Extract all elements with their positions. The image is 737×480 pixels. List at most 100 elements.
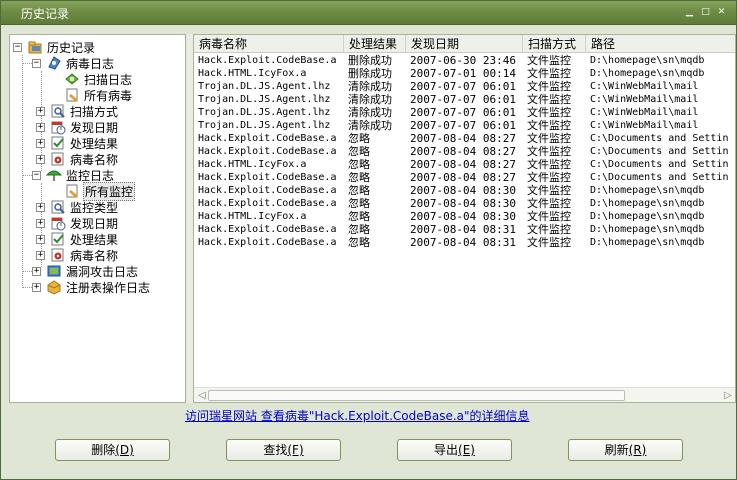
- refresh-button-label: 刷新: [604, 443, 629, 457]
- horizontal-scrollbar[interactable]: ◁ ▷: [194, 387, 735, 402]
- column-header-virus-name[interactable]: 病毒名称: [194, 35, 344, 53]
- tree-virus-log[interactable]: − 病毒日志: [32, 55, 115, 71]
- history-list[interactable]: 病毒名称 处理结果 发现日期 扫描方式 路径 Hack.Exploit.Code…: [193, 34, 736, 403]
- scrollbar-thumb[interactable]: [208, 390, 625, 401]
- column-header-path[interactable]: 路径: [586, 35, 735, 53]
- table-row[interactable]: Hack.Exploit.CodeBase.a 忽略 2007-08-04 08:3…: [194, 223, 735, 236]
- tree-all-viruses[interactable]: 所有病毒: [50, 87, 133, 103]
- tree-root[interactable]: − 历史记录: [13, 39, 96, 55]
- cell-path: C:\WinWebMail\mail: [590, 120, 699, 131]
- maximize-button[interactable]: □: [700, 7, 711, 18]
- title-bar[interactable]: 历史记录 ▁ □ ✕: [1, 1, 736, 25]
- table-row[interactable]: Hack.Exploit.CodeBase.a 忽略 2007-08-04 08:3…: [194, 236, 735, 249]
- tree-monitor-date[interactable]: + 发现日期: [36, 215, 119, 231]
- expand-toggle[interactable]: +: [36, 202, 45, 212]
- cell-scan-method: 文件监控: [527, 158, 571, 171]
- table-row[interactable]: Hack.Exploit.CodeBase.a 忽略 2007-08-04 08:3…: [194, 184, 735, 197]
- tree-virus-name[interactable]: + 病毒名称: [36, 151, 119, 167]
- cell-virus-name: Hack.Exploit.CodeBase.a: [198, 146, 337, 157]
- table-row[interactable]: Trojan.DL.JS.Agent.lhz 清除成功 2007-07-07 06:…: [194, 119, 735, 132]
- cell-scan-method: 文件监控: [527, 119, 571, 132]
- table-row[interactable]: Hack.Exploit.CodeBase.a 忽略 2007-08-04 08:3…: [194, 197, 735, 210]
- minimize-button[interactable]: ▁: [684, 7, 695, 18]
- table-row[interactable]: Hack.HTML.IcyFox.a 删除成功 2007-07-01 00:14 文件…: [194, 67, 735, 80]
- cell-path: C:\WinWebMail\mail: [590, 107, 699, 118]
- list-header: 病毒名称 处理结果 发现日期 扫描方式 路径: [194, 35, 735, 53]
- delete-button[interactable]: 删除(D): [55, 439, 170, 461]
- cell-result: 删除成功: [348, 67, 392, 80]
- tree-monitor-virus-name[interactable]: + 病毒名称: [36, 247, 119, 263]
- cell-date: 2007-08-04 08:30: [410, 184, 516, 197]
- column-header-date[interactable]: 发现日期: [406, 35, 523, 53]
- collapse-toggle[interactable]: −: [32, 58, 41, 68]
- cell-scan-method: 文件监控: [527, 67, 571, 80]
- collapse-toggle[interactable]: −: [13, 42, 22, 52]
- table-row[interactable]: Trojan.DL.JS.Agent.lhz 清除成功 2007-07-07 06:…: [194, 106, 735, 119]
- cell-path: C:\WinWebMail\mail: [590, 81, 699, 92]
- cell-date: 2007-08-04 08:31: [410, 223, 516, 236]
- cell-virus-name: Hack.Exploit.CodeBase.a: [198, 237, 337, 248]
- export-button-label: 导出: [434, 443, 459, 457]
- tree-monitor-result[interactable]: + 处理结果: [36, 231, 119, 247]
- cell-date: 2007-08-04 08:27: [410, 171, 516, 184]
- expand-toggle[interactable]: +: [36, 154, 45, 164]
- column-header-result[interactable]: 处理结果: [344, 35, 406, 53]
- expand-toggle[interactable]: +: [36, 138, 45, 148]
- scroll-left-arrow-icon[interactable]: ◁: [195, 389, 209, 402]
- column-header-scan-method[interactable]: 扫描方式: [523, 35, 586, 53]
- window-title: 历史记录: [21, 7, 70, 21]
- cell-date: 2007-07-07 06:01: [410, 93, 516, 106]
- cell-scan-method: 文件监控: [527, 210, 571, 223]
- cell-virus-name: Hack.Exploit.CodeBase.a: [198, 224, 337, 235]
- cell-path: C:\Documents and Settin: [590, 133, 729, 144]
- table-row[interactable]: Hack.Exploit.CodeBase.a 删除成功 2007-06-30 23…: [194, 54, 735, 67]
- document-icon: [64, 87, 80, 103]
- expand-toggle[interactable]: +: [36, 122, 45, 132]
- expand-toggle[interactable]: +: [36, 218, 45, 228]
- virus-info-link[interactable]: 访问瑞星网站 查看病毒"Hack.Exploit.CodeBase.a"的详细信…: [185, 407, 530, 424]
- tree-scan-method[interactable]: + 扫描方式: [36, 103, 119, 119]
- tree-exploit-log[interactable]: + 漏洞攻击日志: [32, 263, 139, 279]
- collapse-toggle[interactable]: −: [32, 170, 41, 180]
- cell-date: 2007-07-07 06:01: [410, 106, 516, 119]
- checklist-icon: [50, 231, 66, 247]
- tree-result[interactable]: + 处理结果: [36, 135, 119, 151]
- find-button[interactable]: 查找(F): [226, 439, 341, 461]
- cell-date: 2007-07-07 06:01: [410, 119, 516, 132]
- cell-scan-method: 文件监控: [527, 132, 571, 145]
- cell-result: 忽略: [348, 236, 370, 249]
- cell-date: 2007-08-04 08:30: [410, 197, 516, 210]
- tree-registry-log[interactable]: + 注册表操作日志: [32, 279, 151, 295]
- tree-registry-log-label: 注册表操作日志: [66, 280, 151, 295]
- table-row[interactable]: Trojan.DL.JS.Agent.lhz 清除成功 2007-07-07 06:…: [194, 80, 735, 93]
- table-row[interactable]: Hack.Exploit.CodeBase.a 忽略 2007-08-04 08:2…: [194, 132, 735, 145]
- export-button[interactable]: 导出(E): [397, 439, 512, 461]
- checklist-icon: [50, 135, 66, 151]
- expand-toggle[interactable]: +: [32, 266, 41, 276]
- cell-scan-method: 文件监控: [527, 80, 571, 93]
- table-row[interactable]: Hack.Exploit.CodeBase.a 忽略 2007-08-04 08:2…: [194, 171, 735, 184]
- history-tree[interactable]: − 历史记录 − 病毒日志 扫描日志 所有病毒 + 扫描方式 + 发现日期 + …: [9, 34, 186, 403]
- cell-virus-name: Trojan.DL.JS.Agent.lhz: [198, 107, 331, 118]
- cell-path: C:\Documents and Settin: [590, 172, 729, 183]
- table-row[interactable]: Trojan.DL.JS.Agent.lhz 清除成功 2007-07-07 06:…: [194, 93, 735, 106]
- table-row[interactable]: Hack.HTML.IcyFox.a 忽略 2007-08-04 08:27 文件监控…: [194, 158, 735, 171]
- virus-name-icon: [50, 151, 66, 167]
- tree-monitor-type[interactable]: + 监控类型: [36, 199, 119, 215]
- expand-toggle[interactable]: +: [36, 250, 45, 260]
- tree-scan-log[interactable]: 扫描日志: [50, 71, 133, 87]
- cell-virus-name: Hack.Exploit.CodeBase.a: [198, 133, 337, 144]
- exploit-shield-icon: [46, 263, 62, 279]
- close-button[interactable]: ✕: [716, 7, 727, 18]
- delete-button-key: (D): [115, 443, 134, 457]
- expand-toggle[interactable]: +: [36, 106, 45, 116]
- scroll-right-arrow-icon[interactable]: ▷: [721, 389, 735, 402]
- expand-toggle[interactable]: +: [36, 234, 45, 244]
- table-row[interactable]: Hack.Exploit.CodeBase.a 忽略 2007-08-04 08:2…: [194, 145, 735, 158]
- refresh-button[interactable]: 刷新(R): [568, 439, 683, 461]
- cell-result: 清除成功: [348, 80, 392, 93]
- expand-toggle[interactable]: +: [32, 282, 41, 292]
- table-row[interactable]: Hack.HTML.IcyFox.a 忽略 2007-08-04 08:30 文件监控…: [194, 210, 735, 223]
- tree-all-monitor[interactable]: 所有监控: [50, 181, 136, 201]
- tree-discover-date[interactable]: + 发现日期: [36, 119, 119, 135]
